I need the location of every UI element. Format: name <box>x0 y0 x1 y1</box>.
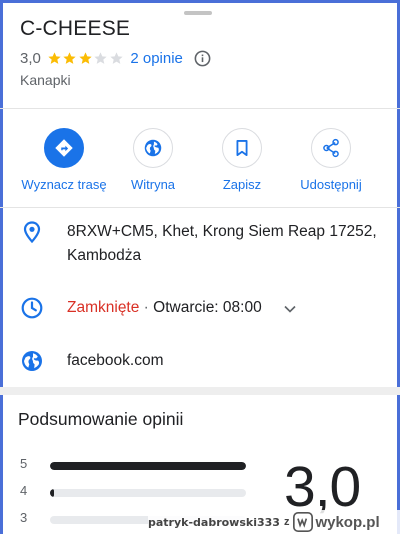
sheet-top-frame <box>0 0 400 3</box>
rating-value: 3,0 <box>20 49 41 67</box>
rating-bar-fill <box>50 489 54 497</box>
address-line-1: 8RXW+CM5, Khet, Krong Siem Reap 17252, <box>67 223 377 240</box>
star-empty-icon <box>94 51 107 64</box>
globe-icon <box>22 351 42 371</box>
place-category: Kanapki <box>20 72 71 88</box>
directions-icon <box>55 139 73 157</box>
directions-circle <box>44 128 84 168</box>
share-circle <box>311 128 351 168</box>
website-button[interactable]: Witryna <box>103 128 203 192</box>
star-rating <box>47 51 125 66</box>
rating-bar-label: 3 <box>20 510 28 525</box>
save-label: Zapisz <box>222 177 262 192</box>
share-icon <box>323 138 339 158</box>
rating-bar-track <box>50 489 246 497</box>
rating-bar-row: 5 <box>20 456 250 472</box>
place-title: C-CHEESE <box>20 17 131 40</box>
bookmark-icon <box>236 140 248 156</box>
location-pin-icon <box>23 221 41 244</box>
section-divider <box>0 387 400 395</box>
reviews-summary-title: Podsumowanie opinii <box>18 409 184 429</box>
hours-row[interactable]: Zamknięte · Otwarcie: 08:00 <box>0 296 400 322</box>
globe-icon <box>144 139 162 157</box>
hours-separator: · <box>139 299 154 316</box>
watermark-site: wykop.pl <box>315 513 380 531</box>
website-row[interactable]: facebook.com <box>0 349 400 375</box>
star-filled-icon <box>63 51 76 64</box>
website-text: facebook.com <box>67 352 164 369</box>
rating-row: 3,0 2 opinie <box>20 47 212 69</box>
wykop-logo-icon <box>293 512 314 532</box>
rating-bar-track <box>50 462 246 470</box>
share-label: Udostępnij <box>300 177 362 192</box>
directions-button[interactable]: Wyznacz trasę <box>14 128 114 192</box>
rating-bar-label: 5 <box>20 456 28 471</box>
website-circle <box>133 128 173 168</box>
share-button[interactable]: Udostępnij <box>281 128 381 192</box>
hours-status: Zamknięte <box>67 299 140 316</box>
rating-bar-label: 4 <box>20 483 28 498</box>
star-filled-icon <box>48 51 61 64</box>
rating-bar-fill <box>50 462 246 470</box>
clock-icon <box>21 297 43 319</box>
reviews-link[interactable]: 2 opinie <box>130 50 183 67</box>
hours-open-time: Otwarcie: 08:00 <box>153 299 262 316</box>
chevron-down-icon[interactable] <box>280 299 300 319</box>
rating-bar-row: 4 <box>20 483 250 499</box>
actions-divider <box>0 207 400 208</box>
watermark: patryk-dabrowski333 z wykop.pl <box>148 510 400 534</box>
directions-label: Wyznacz trasę <box>21 177 107 192</box>
address-row[interactable]: 8RXW+CM5, Khet, Krong Siem Reap 17252, K… <box>0 218 400 270</box>
star-filled-icon <box>79 51 92 64</box>
sheet-drag-handle[interactable] <box>184 11 212 15</box>
star-empty-icon <box>110 51 123 64</box>
header-divider <box>0 108 400 109</box>
address-text: 8RXW+CM5, Khet, Krong Siem Reap 17252, K… <box>67 220 377 268</box>
website-label: Witryna <box>130 177 176 192</box>
address-line-2: Kambodża <box>67 247 142 264</box>
save-circle <box>222 128 262 168</box>
info-icon[interactable] <box>193 49 212 68</box>
watermark-user: patryk-dabrowski333 <box>148 515 280 529</box>
watermark-z: z <box>283 516 290 528</box>
save-button[interactable]: Zapisz <box>192 128 292 192</box>
action-buttons: Wyznacz trasę Witryna Zapisz Udostępnij <box>0 128 400 198</box>
hours-text: Zamknięte · Otwarcie: 08:00 <box>67 296 262 320</box>
